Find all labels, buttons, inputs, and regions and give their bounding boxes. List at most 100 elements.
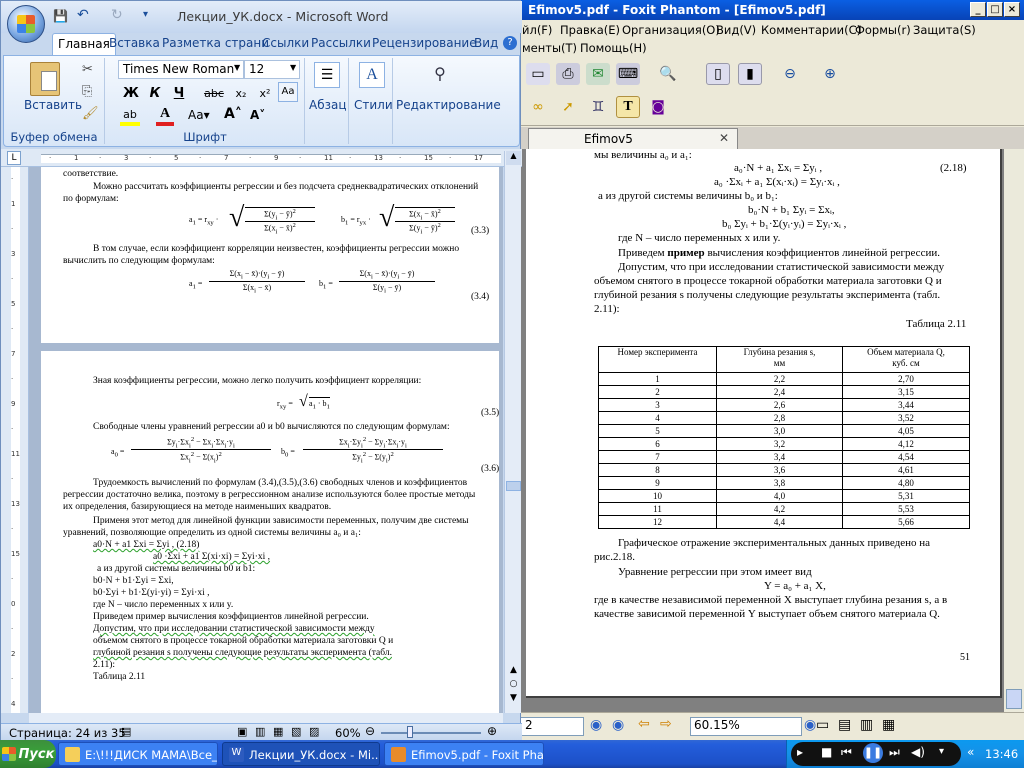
- office-button[interactable]: [7, 5, 45, 43]
- font-name-dropdown-icon[interactable]: ▼: [234, 63, 240, 72]
- taskbar-item-explorer[interactable]: E:\!!!ДИСК МАМА\Все_...: [58, 742, 218, 766]
- menu-tools[interactable]: менты(T): [522, 41, 577, 55]
- tab-review[interactable]: Рецензирование: [367, 33, 482, 55]
- next-page-icon[interactable]: ▼: [506, 693, 521, 705]
- email-icon[interactable]: ✉: [586, 63, 610, 85]
- text-select-icon[interactable]: T: [616, 96, 640, 118]
- menu-organize[interactable]: Организация(O): [622, 23, 720, 37]
- forward-icon[interactable]: ⇨: [660, 716, 672, 732]
- cut-icon[interactable]: ✂: [82, 62, 93, 77]
- zoom-in-icon[interactable]: ⊕: [487, 724, 497, 738]
- browse-object-icon[interactable]: ○: [506, 679, 521, 691]
- maximize-icon[interactable]: □: [987, 2, 1003, 17]
- zoom-out-circle-icon[interactable]: ⊖: [778, 63, 802, 85]
- binoculars-icon[interactable]: ♊: [586, 96, 610, 118]
- tab-mailings[interactable]: Рассылки: [306, 33, 376, 55]
- grow-font-icon[interactable]: A˄: [224, 106, 242, 122]
- font-size-dropdown-icon[interactable]: ▼: [290, 63, 296, 72]
- zoom-in-circle-icon[interactable]: ⊕: [818, 63, 842, 85]
- media-menu-icon[interactable]: ▾: [939, 746, 944, 757]
- tab-close-icon[interactable]: ✕: [719, 131, 729, 145]
- horizontal-ruler[interactable]: L · 1 · 3 · 5 · 7 · 9 · 11 · 13 · 15 · 17: [1, 149, 522, 167]
- prev-page-icon[interactable]: ▲: [506, 665, 521, 677]
- taskbar-item-word[interactable]: W Лекции_УК.docx - Mi...: [222, 742, 380, 766]
- back-icon[interactable]: ⇦: [638, 716, 650, 732]
- menu-comments[interactable]: Комментарии(C): [761, 23, 861, 37]
- select-arrow-icon[interactable]: ➚: [556, 96, 580, 118]
- media-stop-icon[interactable]: ■: [821, 745, 832, 759]
- undo-icon[interactable]: ↶: [77, 7, 89, 23]
- menu-file[interactable]: йл(F): [522, 23, 552, 37]
- scan-icon[interactable]: ⌨: [616, 63, 640, 85]
- scroll-down-icon[interactable]: [1006, 689, 1022, 709]
- zoom-out-icon[interactable]: ⊖: [365, 724, 375, 738]
- facing-icon[interactable]: ▥: [860, 717, 873, 733]
- start-button[interactable]: Пуск: [0, 740, 56, 768]
- paragraph-icon[interactable]: ☰: [314, 62, 340, 88]
- tab-insert[interactable]: Вставка: [104, 33, 165, 55]
- customize-qat-icon[interactable]: ▾: [143, 9, 148, 20]
- redo-icon[interactable]: ↻: [111, 7, 123, 23]
- zoom-input[interactable]: 60.15%: [690, 717, 802, 736]
- zoom-slider-thumb[interactable]: [407, 726, 413, 738]
- print-icon[interactable]: ⎙: [556, 63, 580, 85]
- font-name-select[interactable]: Times New Roman: [118, 60, 244, 79]
- styles-button[interactable]: Стили: [354, 98, 393, 112]
- binoculars-find-icon[interactable]: ⚲: [426, 62, 454, 88]
- full-screen-icon[interactable]: ▥: [255, 725, 265, 738]
- shrink-font-icon[interactable]: A˅: [250, 108, 265, 122]
- tab-selector-icon[interactable]: L: [7, 151, 21, 165]
- tray-expand-icon[interactable]: «: [967, 745, 974, 759]
- spelling-status-icon[interactable]: ▤: [121, 725, 131, 738]
- fit-width-icon[interactable]: ▮: [738, 63, 762, 85]
- tab-efimov5[interactable]: Efimov5 ✕: [528, 128, 738, 149]
- font-color-icon[interactable]: A: [156, 106, 174, 126]
- editing-button[interactable]: Редактирование: [396, 98, 501, 112]
- scroll-up-icon[interactable]: ▲: [506, 151, 521, 165]
- save-icon[interactable]: 💾: [53, 9, 68, 23]
- underline-button[interactable]: Ч: [168, 84, 190, 103]
- paste-icon[interactable]: [30, 62, 60, 96]
- menu-view[interactable]: Вид(V): [716, 23, 756, 37]
- bold-button[interactable]: Ж: [120, 84, 142, 103]
- print-layout-icon[interactable]: ▣: [237, 725, 247, 738]
- close-icon[interactable]: ×: [1004, 2, 1020, 17]
- superscript-button[interactable]: x²: [254, 84, 276, 103]
- menu-protect[interactable]: Защита(S): [913, 23, 976, 37]
- zoom-slider[interactable]: [381, 732, 481, 734]
- paste-label[interactable]: Вставить: [24, 98, 82, 112]
- scroll-thumb[interactable]: [506, 481, 521, 491]
- copy-icon[interactable]: ⎘: [82, 84, 92, 99]
- cont-facing-icon[interactable]: ▦: [882, 717, 895, 733]
- strikethrough-button[interactable]: abc: [200, 84, 228, 103]
- clear-format-icon[interactable]: Aa: [278, 82, 298, 102]
- continuous-icon[interactable]: ▤: [838, 717, 851, 733]
- media-back-icon[interactable]: ⏮: [841, 745, 852, 760]
- open-icon[interactable]: ▭: [526, 63, 550, 85]
- single-page-icon[interactable]: ▭: [816, 717, 829, 733]
- subscript-button[interactable]: x₂: [230, 84, 252, 103]
- outline-icon[interactable]: ▧: [291, 725, 301, 738]
- reading-glasses-icon[interactable]: ∞: [526, 96, 550, 118]
- word-horizontal-scrollbar[interactable]: [29, 713, 503, 723]
- media-next-icon[interactable]: ⏭: [889, 745, 900, 760]
- taskbar-item-foxit[interactable]: Efimov5.pdf - Foxit Phan...: [384, 742, 544, 766]
- tab-view[interactable]: Вид: [469, 33, 503, 55]
- menu-help[interactable]: Помощь(H): [580, 41, 647, 55]
- fit-page-icon[interactable]: ▯: [706, 63, 730, 85]
- page-input[interactable]: 2: [520, 717, 584, 736]
- paragraph-button[interactable]: Абзац: [309, 98, 347, 112]
- word-vertical-scrollbar[interactable]: ▲ ▲ ○ ▼: [504, 151, 521, 713]
- styles-icon[interactable]: A: [359, 62, 385, 88]
- menu-edit[interactable]: Правка(E): [560, 23, 620, 37]
- minimize-icon[interactable]: _: [970, 2, 986, 17]
- media-pause-icon[interactable]: ❚❚: [863, 743, 883, 763]
- foxit-vertical-scrollbar[interactable]: [1004, 149, 1024, 712]
- zoom-in-icon[interactable]: 🔍: [656, 63, 680, 85]
- media-prev-icon[interactable]: ▸: [797, 745, 803, 759]
- next-page-icon[interactable]: ◉: [612, 717, 624, 733]
- highlight-icon[interactable]: ab: [120, 108, 140, 126]
- volume-icon[interactable]: ◀): [911, 745, 925, 759]
- menu-forms[interactable]: Формы(r): [855, 23, 911, 37]
- italic-button[interactable]: К: [144, 84, 166, 103]
